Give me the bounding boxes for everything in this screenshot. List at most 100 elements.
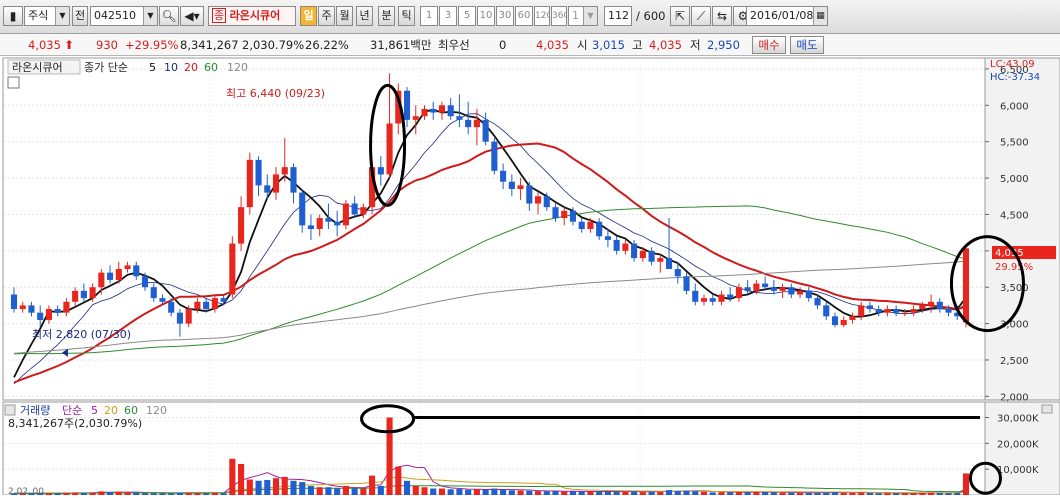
date-input-value: 2016/01/08 (750, 9, 814, 22)
candle-body (665, 258, 673, 270)
count-input[interactable]: 112 (604, 6, 632, 26)
volume-panel-toggle-icon[interactable] (4, 404, 16, 416)
trend-tool-icon[interactable]: ⟋ (691, 6, 711, 26)
interval-30[interactable]: 30 (496, 6, 514, 26)
volume-bar (246, 479, 253, 495)
period-week-button[interactable]: 주 (318, 6, 335, 26)
candle-body (805, 290, 812, 299)
candle-body (203, 301, 210, 310)
chart-type-icon[interactable]: ▮ (3, 6, 23, 26)
volume-bar (403, 480, 411, 495)
grid-toggle-icon[interactable] (7, 76, 20, 89)
code-input[interactable]: 042510 ▼ (90, 6, 158, 26)
price-tick-label: 2,500 (1000, 356, 1029, 367)
volume-bar (334, 488, 341, 495)
market-select[interactable]: 주식 ▼ (24, 6, 70, 26)
zoom-icon[interactable]: ⇱ (670, 6, 690, 26)
candle-body (823, 305, 830, 317)
speaker-icon[interactable]: ◀▾ (180, 6, 204, 26)
candle-body (770, 287, 777, 291)
candle-body (840, 319, 847, 326)
volume-bar (299, 482, 306, 495)
interval-10[interactable]: 10 (477, 6, 495, 26)
chevron-down-icon: ▼ (143, 7, 157, 25)
candle-body (141, 276, 149, 288)
legend-ma-120: 120 (227, 61, 248, 74)
volume-bar (342, 485, 349, 495)
trade-amount: 31,861백만 (370, 38, 432, 52)
price-panel (2, 57, 986, 401)
chart-canvas[interactable]: 6,5006,0005,5005,0004,5004,0003,5003,000… (0, 56, 1060, 497)
volume-bar (438, 488, 446, 495)
buy-button[interactable]: 매수 (752, 36, 786, 54)
candle-body (622, 243, 629, 251)
last-price-tag-text: 4,035 (995, 248, 1024, 259)
volume-bar (596, 491, 603, 495)
period-tick-button[interactable]: 틱 (398, 6, 415, 26)
volume-bar (578, 491, 585, 495)
volume-bar (229, 458, 236, 495)
volume-bar (491, 488, 498, 495)
candle-body (456, 116, 463, 120)
chart-area[interactable]: 6,5006,0005,5005,0004,5004,0003,5003,000… (0, 56, 1060, 497)
candle-body (281, 167, 288, 175)
candle-body (159, 298, 166, 302)
period-year-button[interactable]: 년 (356, 6, 373, 26)
candle-body (229, 243, 236, 295)
low-annotation: 최저 2,820 (07/30) (32, 328, 131, 341)
interval-120[interactable]: 120 (534, 6, 550, 26)
low-value: 2,950 (707, 38, 740, 52)
legend-ma-20: 20 (184, 61, 198, 74)
interval-60[interactable]: 60 (515, 6, 533, 26)
candle-body (316, 218, 323, 229)
volume-bar (508, 490, 515, 495)
interval-360[interactable]: 360 (551, 6, 567, 26)
candle-body (508, 181, 515, 189)
calendar-icon[interactable]: ▦ (813, 7, 827, 25)
low-label: 저 (690, 38, 701, 52)
period-minute-button[interactable]: 분 (378, 6, 395, 26)
interval-1[interactable]: 1 (420, 6, 438, 26)
prev-button[interactable]: 전 (72, 6, 88, 26)
volume-bar (115, 491, 122, 495)
candle-body (569, 210, 577, 222)
interval-select-value: 1 (572, 9, 579, 22)
candle-body (246, 159, 253, 208)
interval-3[interactable]: 3 (439, 6, 457, 26)
period-month-button[interactable]: 월 (336, 6, 353, 26)
volume-panel-close-icon[interactable] (1041, 404, 1053, 414)
vol-last-value: 8,341,267주(2,030.79%) (8, 417, 142, 430)
candle-body (465, 119, 472, 128)
price-tick-label: 2,000 (1000, 392, 1029, 403)
sell-button[interactable]: 매도 (790, 36, 824, 54)
candle-body (45, 309, 52, 320)
volume-bar (526, 490, 533, 495)
candle-body (796, 290, 804, 295)
candle-body (272, 174, 280, 193)
volume-bar (674, 490, 681, 495)
candle-body (89, 287, 96, 299)
candle-body (438, 105, 446, 113)
date-input[interactable]: 2016/01/08 ▦ (746, 6, 828, 26)
candle-body (534, 196, 542, 204)
candle-body (447, 105, 454, 117)
candle-body (238, 207, 245, 244)
candle-body (683, 276, 690, 291)
interval-5[interactable]: 5 (458, 6, 476, 26)
candle-body (753, 283, 760, 291)
arrow-up-icon: ⬆ (64, 38, 75, 52)
volume-bar (316, 487, 323, 495)
vol-legend-prefix: 단순 (62, 404, 82, 417)
volume-pct: 2,030.79% (242, 38, 305, 52)
interval-select[interactable]: 1 ▼ (568, 6, 598, 26)
stock-name-field[interactable]: 종 라온시큐어 (208, 6, 296, 26)
best-bid-price: 4,035 (536, 38, 569, 52)
vol-legend-ma-120: 120 (146, 404, 167, 417)
compare-icon[interactable]: ⇆ (712, 6, 732, 26)
search-icon[interactable]: 🔍︎ (159, 6, 179, 26)
candle-body (299, 192, 306, 226)
vol-legend-title: 거래량 (20, 404, 50, 417)
volume-bar (98, 491, 105, 495)
candle-body (866, 305, 873, 310)
period-day-button[interactable]: 일 (300, 6, 317, 26)
